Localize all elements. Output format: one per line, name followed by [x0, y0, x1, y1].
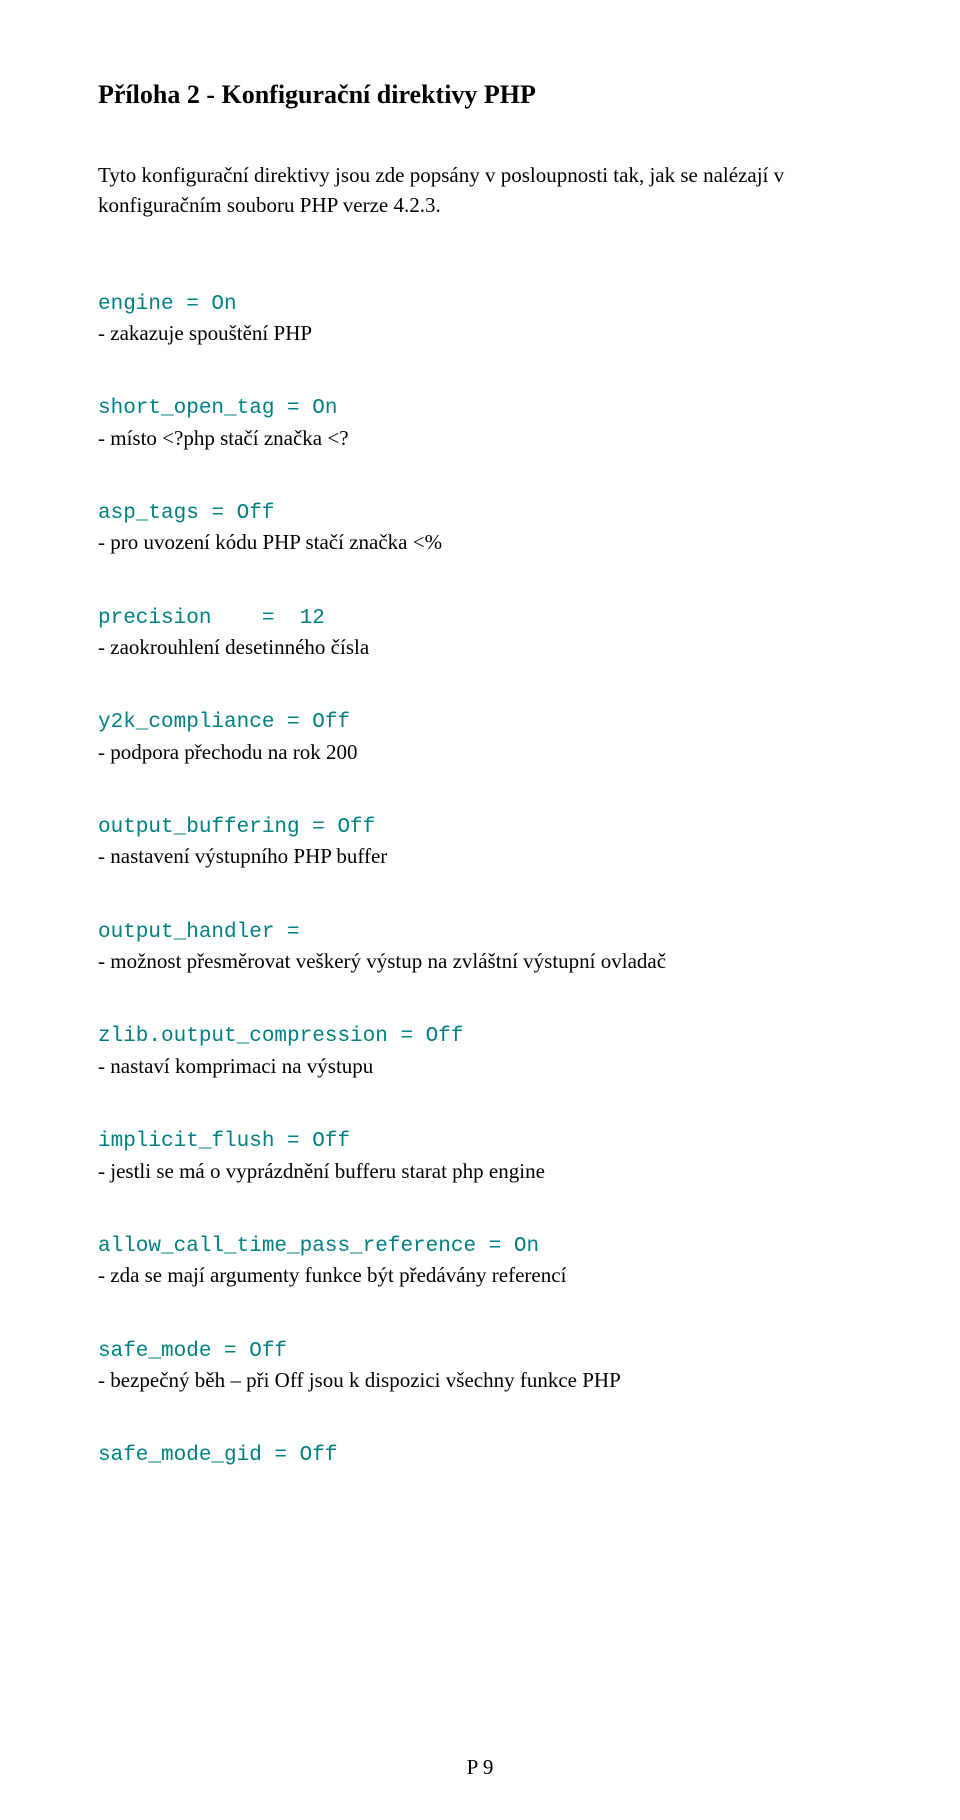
directive-desc: - možnost přesměrovat veškerý výstup na … [98, 947, 862, 975]
directive-code: allow_call_time_pass_reference = On [98, 1233, 862, 1261]
directive-code: output_handler = [98, 919, 862, 947]
directive-desc: - pro uvození kódu PHP stačí značka <% [98, 528, 862, 556]
directive-code: precision = 12 [98, 605, 862, 633]
directive-code: asp_tags = Off [98, 500, 862, 528]
directive-entry: allow_call_time_pass_reference = On - zd… [98, 1233, 862, 1290]
directive-entry: asp_tags = Off - pro uvození kódu PHP st… [98, 500, 862, 557]
document-page: Příloha 2 - Konfigurační direktivy PHP T… [0, 0, 960, 1820]
directive-entry: implicit_flush = Off - jestli se má o vy… [98, 1128, 862, 1185]
directive-code: safe_mode = Off [98, 1338, 862, 1366]
directive-code: implicit_flush = Off [98, 1128, 862, 1156]
directive-entry: safe_mode = Off - bezpečný běh – při Off… [98, 1338, 862, 1395]
directive-desc: - zaokrouhlení desetinného čísla [98, 633, 862, 661]
directive-desc: - nastavení výstupního PHP buffer [98, 842, 862, 870]
directive-entry: safe_mode_gid = Off [98, 1442, 862, 1470]
directive-code: short_open_tag = On [98, 395, 862, 423]
directive-entry: output_handler = - možnost přesměrovat v… [98, 919, 862, 976]
directive-desc: - nastaví komprimaci na výstupu [98, 1052, 862, 1080]
directive-entry: zlib.output_compression = Off - nastaví … [98, 1023, 862, 1080]
directive-desc: - podpora přechodu na rok 200 [98, 738, 862, 766]
page-title: Příloha 2 - Konfigurační direktivy PHP [98, 78, 862, 112]
directive-desc: - bezpečný běh – při Off jsou k dispozic… [98, 1366, 862, 1394]
intro-paragraph: Tyto konfigurační direktivy jsou zde pop… [98, 160, 862, 221]
directive-entry: precision = 12 - zaokrouhlení desetinnéh… [98, 605, 862, 662]
directive-code: output_buffering = Off [98, 814, 862, 842]
page-number: P 9 [0, 1755, 960, 1780]
directive-entry: output_buffering = Off - nastavení výstu… [98, 814, 862, 871]
directive-entry: short_open_tag = On - místo <?php stačí … [98, 395, 862, 452]
directive-code: y2k_compliance = Off [98, 709, 862, 737]
directive-code: engine = On [98, 291, 862, 319]
directive-code: safe_mode_gid = Off [98, 1442, 862, 1470]
directive-desc: - místo <?php stačí značka <? [98, 424, 862, 452]
directive-code: zlib.output_compression = Off [98, 1023, 862, 1051]
directive-desc: - zda se mají argumenty funkce být předá… [98, 1261, 862, 1289]
directive-entry: engine = On - zakazuje spouštění PHP [98, 291, 862, 348]
directive-desc: - jestli se má o vyprázdnění bufferu sta… [98, 1157, 862, 1185]
directive-desc: - zakazuje spouštění PHP [98, 319, 862, 347]
directive-entry: y2k_compliance = Off - podpora přechodu … [98, 709, 862, 766]
